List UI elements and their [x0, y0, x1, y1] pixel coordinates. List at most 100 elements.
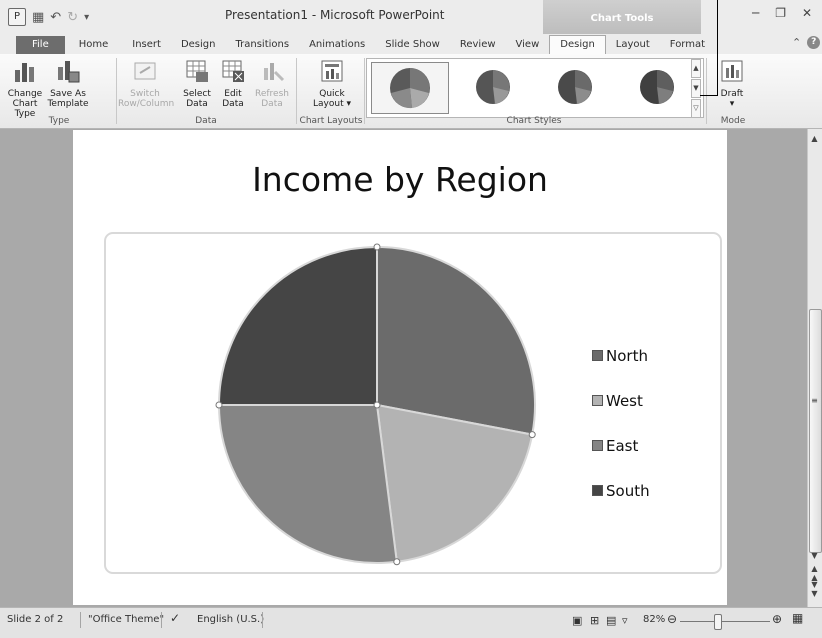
- spell-check-icon[interactable]: ✓: [170, 611, 180, 625]
- selection-handle[interactable]: [528, 431, 536, 439]
- help-icon[interactable]: ?: [807, 36, 821, 49]
- slide-sorter-icon[interactable]: ⊞: [590, 614, 599, 627]
- ribbon: Change Chart Type Save As Template Type …: [0, 54, 822, 129]
- window-controls: ─ ❐ ✕: [752, 6, 812, 20]
- draft-label: Draft: [720, 89, 744, 99]
- group-divider: [116, 58, 117, 124]
- legend-label: North: [606, 346, 648, 365]
- chart-style-option[interactable]: [371, 62, 449, 114]
- selection-handle[interactable]: [373, 243, 381, 251]
- legend-label: South: [606, 481, 650, 500]
- gallery-up-icon[interactable]: ▲: [691, 59, 701, 78]
- customize-qat-icon[interactable]: ▾: [84, 12, 89, 23]
- fit-to-window-icon[interactable]: ▦: [792, 611, 803, 625]
- restore-icon[interactable]: ❐: [775, 6, 786, 20]
- legend-swatch: [592, 395, 603, 406]
- pie-style-icon: [640, 70, 674, 104]
- legend-label: West: [606, 391, 643, 410]
- refresh-data-label-1: Refresh: [255, 89, 289, 99]
- zoom-in-icon[interactable]: ⊕: [772, 612, 782, 626]
- save-template-icon: [58, 61, 80, 83]
- scroll-up-icon[interactable]: ▲: [807, 134, 822, 143]
- change-chart-type-button[interactable]: Change Chart Type: [4, 58, 46, 119]
- selection-handle[interactable]: [373, 401, 381, 409]
- normal-view-icon[interactable]: ▣: [572, 614, 582, 627]
- slide-indicator: Slide 2 of 2: [7, 614, 64, 625]
- minimize-ribbon-icon[interactable]: ⌃: [792, 36, 801, 49]
- chart-style-option[interactable]: [619, 62, 695, 112]
- pie-style-icon: [390, 68, 430, 109]
- slide-show-icon[interactable]: ▿: [622, 614, 628, 627]
- draft-mode-icon: [721, 60, 743, 82]
- save-as-template-label-2: Template: [47, 99, 89, 109]
- select-data-button[interactable]: Select Data: [180, 58, 214, 109]
- close-icon[interactable]: ✕: [802, 6, 812, 20]
- quick-layout-button[interactable]: Quick Layout ▾: [306, 58, 358, 109]
- redo-icon[interactable]: ↻: [67, 10, 78, 25]
- switch-row-column-button[interactable]: Switch Row/Column: [118, 58, 174, 109]
- tab-slide-show[interactable]: Slide Show: [375, 36, 450, 54]
- zoom-slider[interactable]: [680, 621, 770, 622]
- tab-view[interactable]: View: [506, 36, 550, 54]
- scrollbar-thumb[interactable]: [809, 309, 822, 553]
- edit-data-label-2: Data: [222, 99, 244, 109]
- chart-style-option[interactable]: [537, 62, 613, 112]
- chart-style-option[interactable]: [455, 62, 531, 112]
- callout-line: [700, 95, 718, 96]
- select-data-icon: [186, 60, 208, 82]
- save-icon[interactable]: ▦: [32, 10, 44, 25]
- status-divider: [80, 612, 81, 628]
- edit-data-button[interactable]: Edit Data: [216, 58, 250, 109]
- tab-insert[interactable]: Insert: [122, 36, 171, 54]
- tab-review[interactable]: Review: [450, 36, 506, 54]
- legend-item-north[interactable]: North: [592, 333, 650, 378]
- pie-slice-north[interactable]: [376, 245, 536, 436]
- legend-swatch: [592, 350, 603, 361]
- tab-animations[interactable]: Animations: [299, 36, 375, 54]
- language-indicator[interactable]: English (U.S.): [197, 614, 264, 625]
- chart-styles-group-label: Chart Styles: [506, 116, 562, 126]
- status-divider: [161, 612, 162, 628]
- selection-handle[interactable]: [393, 558, 401, 566]
- tab-chart-layout[interactable]: Layout: [606, 36, 660, 54]
- save-as-template-label-1: Save As: [50, 89, 86, 99]
- refresh-data-button[interactable]: Refresh Data: [252, 58, 292, 109]
- refresh-data-icon: [264, 63, 285, 82]
- slide-title[interactable]: Income by Region: [73, 160, 727, 199]
- group-divider: [706, 58, 707, 124]
- tab-design[interactable]: Design: [171, 36, 226, 54]
- pie-slice-east[interactable]: [217, 404, 398, 564]
- zoom-out-icon[interactable]: ⊖: [667, 612, 677, 626]
- zoom-slider-thumb[interactable]: [714, 614, 722, 630]
- save-as-template-button[interactable]: Save As Template: [46, 58, 90, 109]
- chart-legend[interactable]: North West East South: [592, 333, 650, 513]
- tab-home[interactable]: Home: [65, 36, 123, 54]
- pie-slice-south[interactable]: [217, 245, 378, 406]
- select-data-label-1: Select: [183, 89, 211, 99]
- powerpoint-app-icon[interactable]: P: [8, 8, 26, 26]
- draft-dropdown-icon: ▾: [729, 99, 735, 109]
- legend-item-south[interactable]: South: [592, 468, 650, 513]
- tab-chart-design[interactable]: Design: [549, 35, 606, 54]
- draft-mode-button[interactable]: Draft ▾: [714, 58, 750, 109]
- scroll-down-icon[interactable]: ▼: [807, 551, 822, 560]
- undo-icon[interactable]: ↶: [50, 10, 61, 25]
- legend-item-east[interactable]: East: [592, 423, 650, 468]
- theme-name[interactable]: "Office Theme": [88, 614, 164, 625]
- tab-file[interactable]: File: [16, 36, 65, 54]
- tab-transitions[interactable]: Transitions: [225, 36, 299, 54]
- pie-chart[interactable]: [212, 237, 542, 567]
- select-data-label-2: Data: [186, 99, 208, 109]
- legend-label: East: [606, 436, 639, 455]
- legend-item-west[interactable]: West: [592, 378, 650, 423]
- zoom-level[interactable]: 82%: [643, 614, 665, 625]
- selection-handle[interactable]: [215, 401, 223, 409]
- minimize-icon[interactable]: ─: [752, 6, 759, 20]
- tab-chart-format[interactable]: Format: [660, 36, 715, 54]
- next-slide-icon[interactable]: ▼ ▼: [807, 580, 822, 598]
- chart-styles-gallery: [366, 58, 704, 118]
- data-group-label: Data: [195, 116, 217, 126]
- reading-view-icon[interactable]: ▤: [606, 614, 616, 627]
- status-divider: [262, 612, 263, 628]
- ribbon-right-controls: ⌃ ?: [792, 36, 821, 49]
